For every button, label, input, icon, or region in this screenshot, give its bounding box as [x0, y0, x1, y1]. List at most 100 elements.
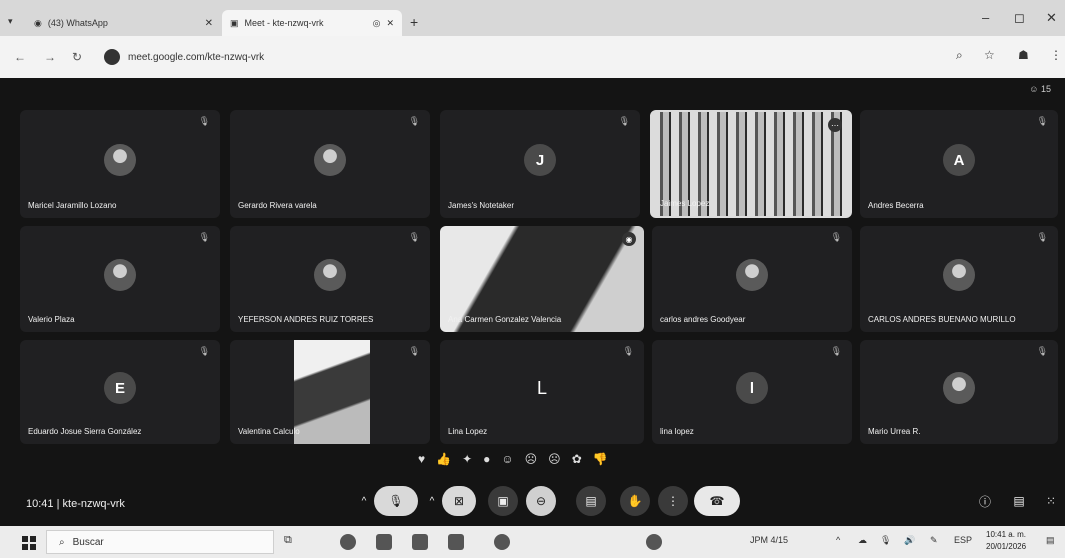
- participant-tile[interactable]: 🎙 Valentina Calculo: [230, 340, 430, 444]
- avatar: L: [536, 377, 547, 398]
- profile-icon[interactable]: ☗: [1018, 48, 1029, 62]
- thumbs-up-reaction-icon[interactable]: 👍: [436, 452, 451, 466]
- mic-toggle-button[interactable]: 🎙: [374, 486, 418, 516]
- chat-icon: ▤: [1013, 494, 1025, 508]
- zoom-icon[interactable]: ⌕: [956, 48, 963, 63]
- tab-audio-icon[interactable]: ◎: [373, 18, 381, 29]
- tab-close-icon[interactable]: ✕: [386, 18, 394, 29]
- camera-toggle-button[interactable]: ⊠: [442, 486, 476, 516]
- avatar: [314, 259, 346, 291]
- participant-video-tile[interactable]: ⋯ Jaimes Lopez: [650, 110, 852, 218]
- participant-name: lina lopez: [660, 427, 694, 436]
- new-tab-button[interactable]: +: [410, 14, 418, 30]
- browser-menu-icon[interactable]: ⋮: [1050, 48, 1062, 62]
- participant-name: Lina Lopez: [448, 427, 488, 436]
- file-explorer-icon[interactable]: [376, 534, 392, 550]
- taskbar-app-icon[interactable]: [646, 534, 662, 550]
- present-screen-button[interactable]: ▣: [488, 486, 518, 516]
- mic-off-icon: 🎙: [408, 232, 420, 242]
- bookmark-star-icon[interactable]: ☆: [984, 48, 995, 62]
- heart-reaction-icon[interactable]: ♥: [418, 452, 425, 466]
- more-options-button[interactable]: ⋮: [658, 486, 688, 516]
- avatar: J: [524, 144, 556, 176]
- captions-button[interactable]: ⊖: [526, 486, 556, 516]
- chrome-taskbar-icon[interactable]: [340, 534, 356, 550]
- participant-tile[interactable]: 🎙 E Eduardo Josue Sierra González: [20, 340, 220, 444]
- emoji-button[interactable]: ▤: [576, 486, 606, 516]
- address-bar[interactable]: meet.google.com/kte-nzwq-vrk: [98, 44, 938, 70]
- participant-tile[interactable]: 🎙 CARLOS ANDRES BUENANO MURILLO: [860, 226, 1058, 332]
- laugh-reaction-icon[interactable]: ☺: [501, 452, 513, 466]
- task-view-icon[interactable]: ⧉: [284, 534, 300, 550]
- close-window-button[interactable]: ✕: [1046, 10, 1057, 26]
- meeting-info-button[interactable]: ⓘ: [974, 486, 996, 516]
- mic-off-icon: 🎙: [1036, 116, 1048, 126]
- site-info-icon[interactable]: [104, 49, 120, 65]
- chat-button[interactable]: ▤: [1008, 486, 1030, 516]
- participant-tile[interactable]: 🎙 Mario Urrea R.: [860, 340, 1058, 444]
- taskbar-clock[interactable]: 10:41 a. m. 20/01/2026: [986, 529, 1026, 553]
- participant-tile[interactable]: 🎙 Maricel Jaramillo Lozano: [20, 110, 220, 218]
- notifications-icon[interactable]: ▤: [1046, 535, 1055, 546]
- clock-time: 10:41 a. m.: [986, 530, 1027, 539]
- video-options-chevron-icon[interactable]: ^: [424, 486, 440, 516]
- sad-reaction-icon[interactable]: ☹: [548, 452, 561, 466]
- tab-close-icon[interactable]: ✕: [205, 18, 213, 29]
- meeting-code: kte-nzwq-vrk: [62, 498, 125, 510]
- pen-icon[interactable]: ✎: [930, 535, 938, 546]
- search-icon: ⌕: [59, 536, 65, 548]
- more-options-icon[interactable]: ⋯: [828, 118, 842, 132]
- participant-tile[interactable]: 🎙 carlos andres Goodyear: [652, 226, 852, 332]
- participant-tile[interactable]: 🎙 Valerio Plaza: [20, 226, 220, 332]
- participant-count[interactable]: ☺ 15: [1029, 84, 1051, 94]
- windows-start-icon[interactable]: [22, 536, 36, 550]
- clap-reaction-icon[interactable]: ●: [483, 452, 490, 466]
- url-text: meet.google.com/kte-nzwq-vrk: [128, 51, 265, 63]
- participant-tile[interactable]: 🎙 l lina lopez: [652, 340, 852, 444]
- show-hidden-icons-chevron-icon[interactable]: ^: [836, 535, 840, 545]
- forward-icon[interactable]: →: [44, 50, 56, 64]
- store-icon[interactable]: [448, 534, 464, 550]
- participant-video-tile[interactable]: ◉ Ana Carmen Gonzalez Valencia: [440, 226, 644, 332]
- tab-meet-label: Meet - kte-nzwq-vrk: [244, 18, 324, 28]
- raise-hand-button[interactable]: ✋: [620, 486, 650, 516]
- participant-name: James's Notetaker: [448, 201, 514, 210]
- minimize-button[interactable]: –: [982, 10, 989, 25]
- participant-name: Ana Carmen Gonzalez Valencia: [448, 315, 562, 324]
- taskbar: ⌕ Buscar ⧉ JPM 4/15 ^ ☁ 🎙 🔊 ✎ ESP 10:41 …: [0, 526, 1065, 558]
- cloud-icon[interactable]: ☁: [858, 535, 867, 546]
- tab-whatsapp[interactable]: ◉ (43) WhatsApp ✕: [26, 12, 221, 34]
- tab-meet[interactable]: ▣ Meet - kte-nzwq-vrk ◎ ✕: [222, 10, 402, 36]
- mic-off-icon: 🎙: [198, 232, 210, 242]
- volume-icon[interactable]: 🔊: [904, 535, 915, 546]
- maximize-button[interactable]: ◻: [1014, 10, 1025, 26]
- more-vert-icon: ⋮: [667, 494, 679, 508]
- microphone-tray-icon[interactable]: 🎙: [880, 535, 891, 546]
- tab-search-chevron-icon[interactable]: ▾: [8, 16, 13, 27]
- tab-whatsapp-label: (43) WhatsApp: [47, 18, 108, 28]
- participant-tile[interactable]: 🎙 L Lina Lopez: [440, 340, 644, 444]
- surprised-reaction-icon[interactable]: ☹: [525, 452, 538, 466]
- taskbar-search-input[interactable]: ⌕ Buscar: [46, 530, 274, 554]
- weather-widget[interactable]: JPM 4/15: [750, 535, 788, 545]
- leave-call-button[interactable]: ☎: [694, 486, 740, 516]
- search-placeholder: Buscar: [72, 536, 104, 548]
- participant-tile[interactable]: 🎙 YEFERSON ANDRES RUIZ TORRES: [230, 226, 430, 332]
- participant-tile[interactable]: 🎙 Gerardo Rivera varela: [230, 110, 430, 218]
- reaction-bar: ♥ 👍 ✦ ● ☺ ☹ ☹ ✿ 👎: [418, 452, 608, 466]
- audio-options-chevron-icon[interactable]: ^: [356, 486, 372, 516]
- participant-tile[interactable]: 🎙 A Andres Becerra: [860, 110, 1058, 218]
- activities-button[interactable]: ⁙: [1040, 486, 1062, 516]
- language-indicator[interactable]: ESP: [954, 535, 972, 545]
- mic-off-icon: 🎙: [388, 494, 404, 508]
- participant-tile[interactable]: 🎙 J James's Notetaker: [440, 110, 640, 218]
- thinking-reaction-icon[interactable]: ✿: [572, 452, 582, 466]
- mic-off-icon: 🎙: [830, 232, 842, 242]
- calendar-icon[interactable]: [412, 534, 428, 550]
- thumbs-down-reaction-icon[interactable]: 👎: [593, 452, 608, 466]
- avatar: E: [104, 372, 136, 404]
- reload-icon[interactable]: ↻: [72, 50, 82, 64]
- party-reaction-icon[interactable]: ✦: [462, 452, 472, 466]
- back-icon[interactable]: ←: [14, 50, 26, 64]
- chrome-active-icon[interactable]: [494, 534, 510, 550]
